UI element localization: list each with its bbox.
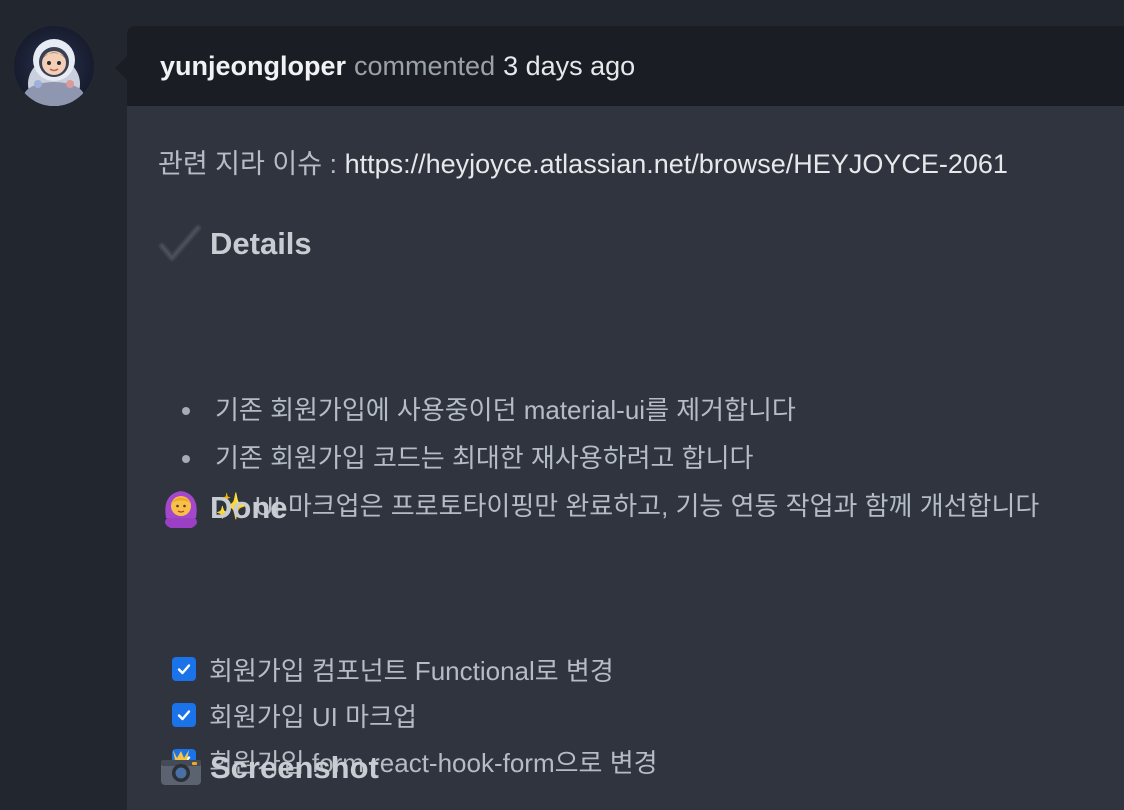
checkmark-icon bbox=[177, 710, 191, 721]
task-checkbox[interactable] bbox=[172, 657, 196, 681]
list-item: ✨ UI 마크업은 프로토타이핑만 완료하고, 기능 연동 작업과 함께 개선합… bbox=[179, 482, 1039, 530]
author-link[interactable]: yunjeongloper bbox=[160, 51, 346, 82]
comment-thread: yunjeongloper commented 3 days ago 관련 지라… bbox=[0, 0, 1124, 810]
details-heading: Details bbox=[158, 224, 312, 264]
heavy-check-mark-icon bbox=[158, 224, 204, 264]
list-item: 기존 회원가입에 사용중이던 material-ui를 제거합니다 bbox=[179, 386, 1039, 434]
task-checkbox[interactable] bbox=[172, 703, 196, 727]
jira-issue-line: 관련 지라 이슈 : https://heyjoyce.atlassian.ne… bbox=[158, 142, 1008, 181]
done-title: Done bbox=[210, 490, 288, 525]
bullet-dot bbox=[182, 455, 190, 463]
jira-issue-link[interactable]: https://heyjoyce.atlassian.net/browse/HE… bbox=[345, 149, 1008, 179]
details-title: Details bbox=[210, 226, 312, 261]
person-gesturing-ok-icon bbox=[158, 488, 204, 528]
screenshot-heading: Screenshot bbox=[158, 748, 379, 788]
avatar[interactable] bbox=[14, 26, 94, 106]
task-item: 회원가입 UI 마크업 bbox=[172, 692, 658, 738]
task-label: 회원가입 UI 마크업 bbox=[209, 701, 417, 732]
done-heading: Done bbox=[158, 488, 288, 528]
jira-prefix: 관련 지라 이슈 : bbox=[158, 149, 345, 179]
camera-with-flash-icon bbox=[158, 748, 204, 788]
task-item: 회원가입 컴포넌트 Functional로 변경 bbox=[172, 646, 658, 692]
comment-header: yunjeongloper commented 3 days ago bbox=[127, 26, 1124, 106]
details-list: 기존 회원가입에 사용중이던 material-ui를 제거합니다 기존 회원가… bbox=[179, 386, 1039, 530]
checkmark-icon bbox=[177, 664, 191, 675]
astronaut-avatar-icon bbox=[24, 39, 84, 106]
list-item-text: ✨ UI 마크업은 프로토타이핑만 완료하고, 기능 연동 작업과 함께 개선합… bbox=[215, 491, 1040, 521]
list-item-text: 기존 회원가입 코드는 최대한 재사용하려고 합니다 bbox=[215, 443, 754, 473]
screenshot-title: Screenshot bbox=[210, 750, 379, 785]
comment-pointer bbox=[115, 56, 127, 80]
list-item: 기존 회원가입 코드는 최대한 재사용하려고 합니다 bbox=[179, 434, 1039, 482]
list-item-text: 기존 회원가입에 사용중이던 material-ui를 제거합니다 bbox=[215, 395, 796, 425]
bullet-dot bbox=[182, 407, 190, 415]
comment-action: commented bbox=[354, 50, 496, 81]
task-label: 회원가입 컴포넌트 Functional로 변경 bbox=[209, 655, 614, 686]
comment-timestamp[interactable]: 3 days ago bbox=[503, 51, 635, 82]
comment-box: yunjeongloper commented 3 days ago 관련 지라… bbox=[115, 26, 1124, 810]
